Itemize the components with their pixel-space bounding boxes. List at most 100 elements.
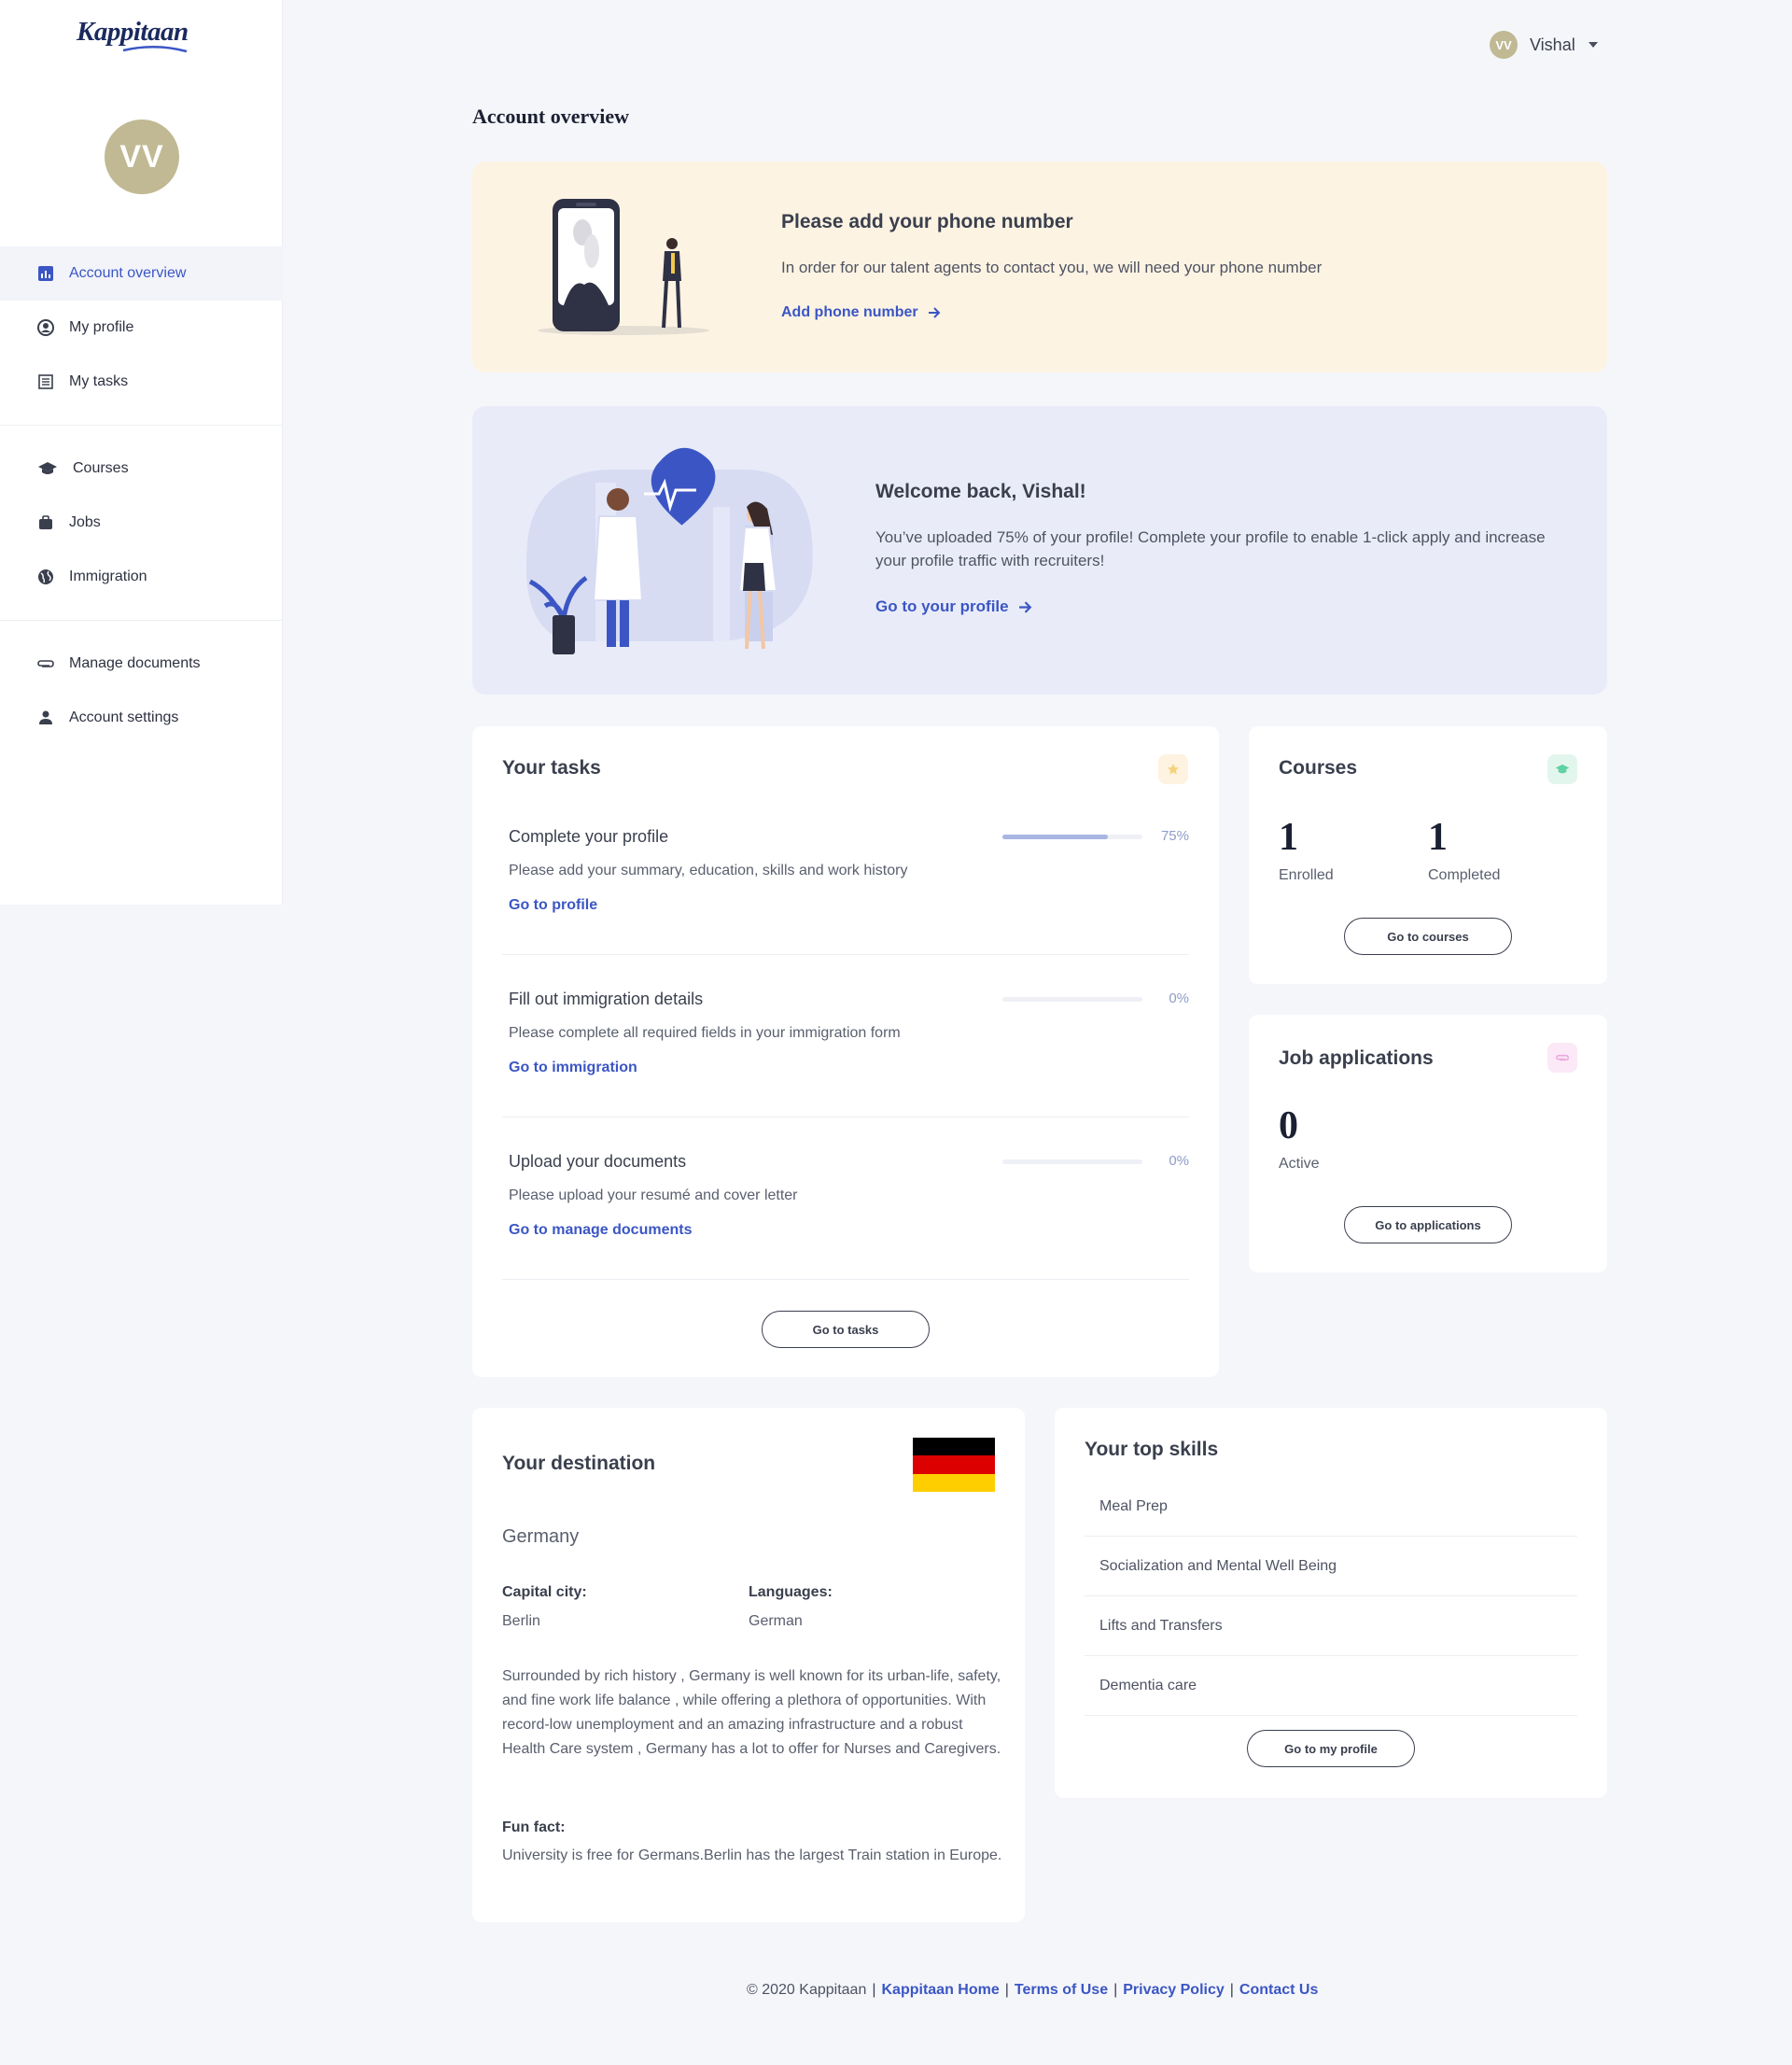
brand-logo[interactable]: Kappitaan	[77, 17, 207, 58]
footer: © 2020 Kappitaan | Kappitaan Home | Term…	[747, 1982, 1318, 1999]
task-progress-bar	[1002, 1159, 1142, 1164]
courses-card: Courses 1 Enrolled 1 Completed Go to cou…	[1249, 726, 1607, 984]
footer-link-home[interactable]: Kappitaan Home	[882, 1982, 1000, 1999]
sidebar-item-label: Account settings	[69, 709, 179, 725]
sidebar: Kappitaan VV Account overview My profile…	[0, 0, 283, 905]
courses-completed-label: Completed	[1428, 867, 1501, 883]
footer-separator: |	[872, 1982, 876, 1998]
sidebar-item-label: My tasks	[69, 373, 129, 389]
graduation-cap-icon	[1547, 754, 1577, 784]
star-icon	[1158, 754, 1188, 784]
footer-separator: |	[1004, 1982, 1009, 1998]
task-description: Please complete all required fields in y…	[509, 1025, 901, 1041]
go-to-your-profile-label: Go to your profile	[875, 597, 1009, 615]
languages-label: Languages:	[749, 1584, 833, 1600]
courses-completed-count: 1	[1428, 816, 1448, 859]
sidebar-item-label: Jobs	[69, 514, 101, 530]
logo-swoosh-icon	[122, 45, 188, 53]
page-title: Account overview	[472, 105, 630, 128]
job-applications-card-title: Job applications	[1279, 1047, 1434, 1069]
capital-city-value: Berlin	[502, 1613, 540, 1629]
sidebar-item-my-profile[interactable]: My profile	[0, 301, 283, 355]
capital-city-label: Capital city:	[502, 1584, 587, 1600]
doctors-illustration-icon	[525, 447, 813, 654]
phone-number-banner: Please add your phone number In order fo…	[472, 162, 1607, 372]
phone-banner-title: Please add your phone number	[781, 211, 1073, 232]
destination-country: Germany	[502, 1526, 580, 1547]
footer-link-contact[interactable]: Contact Us	[1239, 1982, 1318, 1999]
sidebar-nav: Account overview My profile My tasks Cou…	[0, 246, 283, 745]
top-skills-card-title: Your top skills	[1085, 1439, 1219, 1460]
fun-fact-text: University is free for Germans.Berlin ha…	[502, 1847, 1002, 1863]
brand-logo-text: Kappitaan	[77, 17, 189, 47]
avatar: VV	[105, 119, 179, 194]
chart-icon	[37, 265, 54, 282]
skill-item: Socialization and Mental Well Being	[1085, 1537, 1577, 1596]
task-progress-bar	[1002, 997, 1142, 1002]
germany-flag-icon	[913, 1438, 995, 1492]
user-name: Vishal	[1530, 35, 1575, 54]
go-to-your-profile-link[interactable]: Go to your profile	[875, 597, 1032, 616]
task-progress-bar	[1002, 835, 1142, 839]
sidebar-item-manage-documents[interactable]: Manage documents	[0, 637, 283, 691]
sidebar-item-immigration[interactable]: Immigration	[0, 550, 283, 604]
flag-band	[913, 1438, 995, 1456]
task-title: Complete your profile	[509, 827, 669, 846]
sidebar-item-label: Manage documents	[69, 655, 201, 671]
phone-banner-text: In order for our talent agents to contac…	[781, 259, 1323, 276]
go-to-manage-documents-link[interactable]: Go to manage documents	[509, 1222, 692, 1239]
task-divider	[502, 1279, 1189, 1280]
footer-link-terms[interactable]: Terms of Use	[1015, 1982, 1108, 1999]
welcome-title: Welcome back, Vishal!	[875, 481, 1086, 502]
add-phone-number-link[interactable]: Add phone number	[781, 304, 941, 321]
go-to-courses-button[interactable]: Go to courses	[1344, 918, 1512, 955]
paperclip-icon	[37, 655, 54, 672]
sidebar-item-account-overview[interactable]: Account overview	[0, 246, 283, 301]
task-title: Upload your documents	[509, 1152, 687, 1171]
sidebar-item-my-tasks[interactable]: My tasks	[0, 355, 283, 409]
go-to-profile-link[interactable]: Go to profile	[509, 897, 597, 914]
task-progress-percent: 0%	[1169, 990, 1189, 1006]
task-progress-fill	[1002, 835, 1108, 839]
skill-item: Dementia care	[1085, 1656, 1577, 1716]
sidebar-item-label: My profile	[69, 319, 134, 335]
go-to-tasks-button[interactable]: Go to tasks	[762, 1311, 930, 1348]
add-phone-number-label: Add phone number	[781, 304, 918, 320]
go-to-immigration-link[interactable]: Go to immigration	[509, 1060, 637, 1076]
sidebar-item-label: Immigration	[69, 569, 147, 584]
globe-icon	[37, 569, 54, 585]
list-icon	[37, 373, 54, 390]
footer-link-privacy[interactable]: Privacy Policy	[1123, 1982, 1225, 1999]
footer-copyright: © 2020 Kappitaan	[747, 1982, 867, 1998]
flag-band	[913, 1473, 995, 1492]
go-to-my-profile-button[interactable]: Go to my profile	[1247, 1730, 1415, 1767]
job-applications-card: Job applications 0 Active Go to applicat…	[1249, 1015, 1607, 1272]
sidebar-item-label: Courses	[73, 460, 129, 476]
task-progress-percent: 0%	[1169, 1153, 1189, 1169]
user-menu[interactable]: VV Vishal	[1490, 31, 1598, 59]
job-applications-active-count: 0	[1279, 1104, 1298, 1147]
task-title: Fill out immigration details	[509, 990, 704, 1008]
sidebar-divider	[0, 620, 283, 621]
footer-separator: |	[1229, 1982, 1234, 1998]
chevron-down-icon	[1588, 42, 1598, 48]
footer-separator: |	[1113, 1982, 1118, 1998]
tasks-card-title: Your tasks	[502, 757, 601, 779]
courses-enrolled-label: Enrolled	[1279, 867, 1334, 883]
paperclip-icon	[1547, 1043, 1577, 1073]
task-progress-percent: 75%	[1160, 828, 1189, 844]
sidebar-divider	[0, 425, 283, 426]
briefcase-icon	[37, 514, 54, 531]
sidebar-item-jobs[interactable]: Jobs	[0, 496, 283, 550]
go-to-applications-button[interactable]: Go to applications	[1344, 1206, 1512, 1243]
person-icon	[37, 709, 54, 726]
fun-fact-label: Fun fact:	[502, 1819, 566, 1835]
sidebar-item-label: Account overview	[69, 265, 187, 281]
arrow-right-icon	[1018, 600, 1031, 613]
sidebar-item-account-settings[interactable]: Account settings	[0, 691, 283, 745]
sidebar-item-courses[interactable]: Courses	[0, 442, 283, 496]
tasks-card: Your tasks Complete your profile 75% Ple…	[472, 726, 1219, 1377]
destination-card: Your destination Germany Capital city: B…	[472, 1408, 1025, 1922]
job-applications-active-label: Active	[1279, 1156, 1320, 1172]
top-skills-card: Your top skills Meal Prep Socialization …	[1055, 1408, 1607, 1798]
